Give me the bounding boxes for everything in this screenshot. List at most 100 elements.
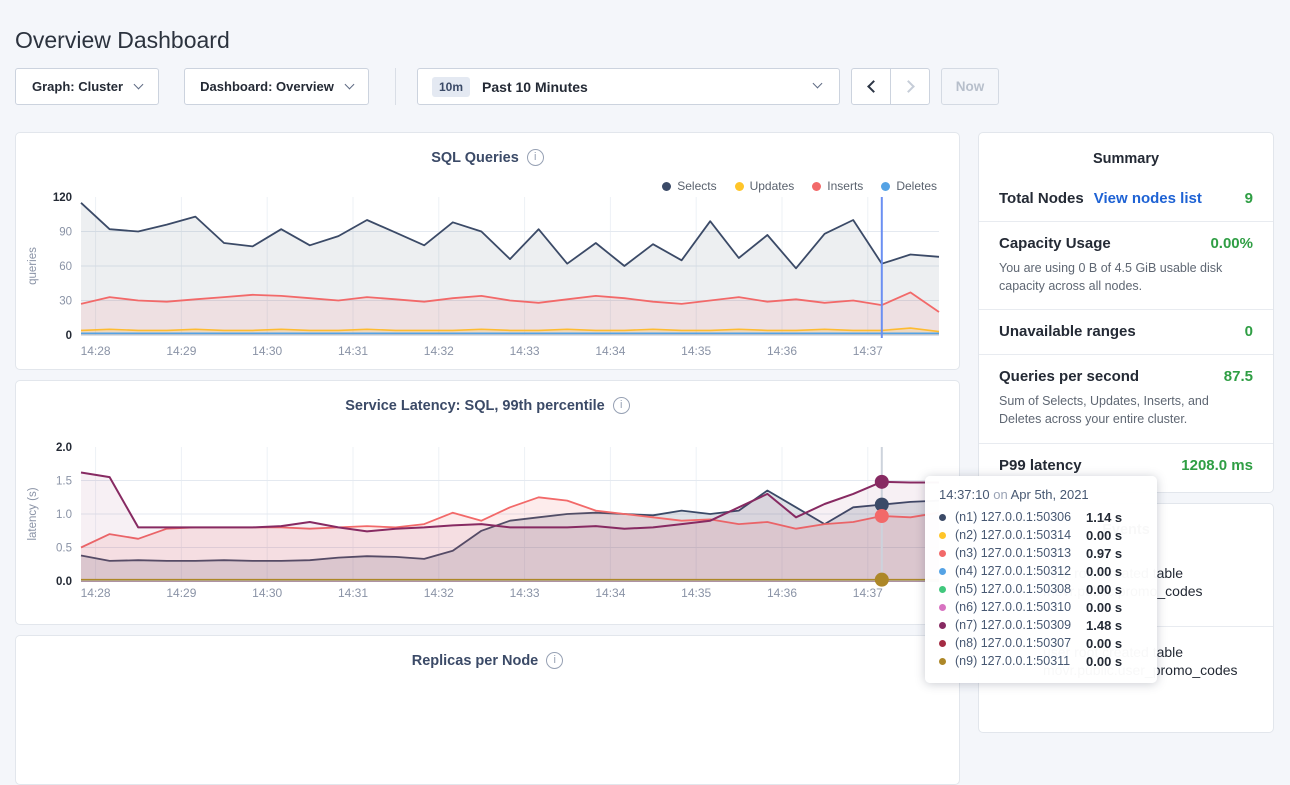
svg-text:30: 30 <box>59 296 72 308</box>
summary-row: Total Nodes View nodes list 9 <box>979 177 1273 222</box>
sql-queries-chart-card[interactable]: SQL Queries i Selects Updates Inserts Delet… <box>15 132 960 370</box>
legend-dot-icon <box>881 182 890 191</box>
tooltip-node-label: (n2) 127.0.0.1:50314 <box>955 528 1086 542</box>
tooltip-node-value: 0.97 s <box>1086 546 1122 561</box>
tooltip-row: (n2) 127.0.0.1:503140.00 s <box>939 526 1143 544</box>
tooltip-on-word: on <box>993 487 1007 502</box>
latency-chart-card[interactable]: Service Latency: SQL, 99th percentile i … <box>15 380 960 625</box>
summary-label: P99 latency <box>999 457 1082 474</box>
legend-item[interactable]: Selects <box>662 179 716 193</box>
sql-queries-chart[interactable]: 14:2814:2914:3014:3114:3214:3314:3414:35… <box>16 133 961 371</box>
series-dot-icon <box>939 514 946 521</box>
tooltip-node-value: 1.14 s <box>1086 510 1122 525</box>
dashboard-controls: Graph: Cluster Dashboard: Overview 10m P… <box>0 68 1290 105</box>
latency-chart[interactable]: 14:2814:2914:3014:3114:3214:3314:3414:35… <box>16 381 961 626</box>
summary-row: Queries per second87.5Sum of Selects, Up… <box>979 355 1273 443</box>
view-nodes-link[interactable]: View nodes list <box>1094 190 1202 207</box>
svg-text:0.5: 0.5 <box>56 543 72 555</box>
series-dot-icon <box>939 658 946 665</box>
series-dot-icon <box>939 622 946 629</box>
time-range-dropdown[interactable]: 10m Past 10 Minutes <box>417 68 840 105</box>
tooltip-row: (n7) 127.0.0.1:503091.48 s <box>939 616 1143 634</box>
legend-label: Inserts <box>827 179 863 193</box>
legend-label: Updates <box>750 179 795 193</box>
summary-panel: Summary Total Nodes View nodes list 9 Capac… <box>978 132 1274 493</box>
summary-row: Capacity Usage0.00%You are using 0 B of … <box>979 222 1273 310</box>
chart-title-text: SQL Queries <box>431 150 519 166</box>
replicas-chart-card[interactable]: Replicas per Node i <box>15 635 960 785</box>
legend-label: Deletes <box>896 179 937 193</box>
svg-text:14:35: 14:35 <box>681 586 711 600</box>
summary-rows: Total Nodes View nodes list 9 Capacity Usag… <box>979 177 1273 488</box>
series-dot-icon <box>939 604 946 611</box>
svg-text:14:35: 14:35 <box>681 344 711 358</box>
chevron-down-icon <box>813 79 823 89</box>
tooltip-node-value: 1.48 s <box>1086 618 1122 633</box>
svg-text:14:31: 14:31 <box>338 586 368 600</box>
summary-label: Total Nodes <box>999 190 1084 207</box>
tooltip-row: (n8) 127.0.0.1:503070.00 s <box>939 634 1143 652</box>
legend-dot-icon <box>812 182 821 191</box>
page-title: Overview Dashboard <box>15 27 230 54</box>
summary-value: 0.00% <box>1210 235 1253 252</box>
svg-text:14:29: 14:29 <box>166 586 196 600</box>
tooltip-node-label: (n4) 127.0.0.1:50312 <box>955 564 1086 578</box>
svg-text:queries: queries <box>27 247 39 285</box>
info-icon[interactable]: i <box>546 652 563 669</box>
tooltip-node-value: 0.00 s <box>1086 600 1122 615</box>
time-next-button[interactable] <box>890 68 930 105</box>
legend-item[interactable]: Deletes <box>881 179 937 193</box>
chart-title-text: Replicas per Node <box>412 653 539 669</box>
chevron-right-icon <box>902 80 915 93</box>
tooltip-node-label: (n1) 127.0.0.1:50306 <box>955 510 1086 524</box>
time-range-badge: 10m <box>432 77 470 97</box>
graph-dropdown-label: Graph: Cluster <box>32 79 123 94</box>
tooltip-row: (n9) 127.0.0.1:503110.00 s <box>939 652 1143 670</box>
replicas-chart-title: Replicas per Node i <box>16 652 959 669</box>
summary-panel-title: Summary <box>979 151 1273 167</box>
summary-value: 87.5 <box>1224 368 1253 385</box>
latency-chart-title: Service Latency: SQL, 99th percentile i <box>16 397 959 414</box>
tooltip-node-label: (n8) 127.0.0.1:50307 <box>955 636 1086 650</box>
summary-value: 9 <box>1245 190 1253 207</box>
tooltip-row: (n3) 127.0.0.1:503130.97 s <box>939 544 1143 562</box>
controls-divider <box>395 68 396 105</box>
dashboard-dropdown-label: Dashboard: Overview <box>200 79 334 94</box>
svg-text:14:33: 14:33 <box>510 586 540 600</box>
svg-text:14:37: 14:37 <box>853 586 883 600</box>
graph-dropdown[interactable]: Graph: Cluster <box>15 68 159 105</box>
sql-queries-chart-title: SQL Queries i <box>16 149 959 166</box>
svg-text:90: 90 <box>59 227 72 239</box>
summary-label: Queries per second <box>999 368 1139 385</box>
svg-text:14:33: 14:33 <box>510 344 540 358</box>
svg-text:0: 0 <box>66 330 72 342</box>
info-icon[interactable]: i <box>613 397 630 414</box>
svg-text:14:30: 14:30 <box>252 344 282 358</box>
svg-text:0.0: 0.0 <box>56 576 72 588</box>
tooltip-row: (n5) 127.0.0.1:503080.00 s <box>939 580 1143 598</box>
svg-text:14:32: 14:32 <box>424 586 454 600</box>
summary-label: Unavailable ranges <box>999 323 1136 340</box>
time-prev-button[interactable] <box>851 68 891 105</box>
tooltip-date: Apr 5th, 2021 <box>1011 487 1089 502</box>
svg-text:latency (s): latency (s) <box>27 487 39 540</box>
tooltip-node-label: (n9) 127.0.0.1:50311 <box>955 654 1086 668</box>
tooltip-node-value: 0.00 s <box>1086 636 1122 651</box>
now-button[interactable]: Now <box>941 68 999 105</box>
tooltip-time: 14:37:10 <box>939 487 990 502</box>
legend-item[interactable]: Updates <box>735 179 795 193</box>
series-dot-icon <box>939 550 946 557</box>
legend-item[interactable]: Inserts <box>812 179 863 193</box>
chevron-down-icon <box>134 80 144 90</box>
series-dot-icon <box>939 568 946 575</box>
series-dot-icon <box>939 532 946 539</box>
svg-text:14:36: 14:36 <box>767 344 797 358</box>
summary-value: 0 <box>1245 323 1253 340</box>
info-icon[interactable]: i <box>527 149 544 166</box>
svg-text:14:36: 14:36 <box>767 586 797 600</box>
summary-value: 1208.0 ms <box>1181 457 1253 474</box>
svg-text:2.0: 2.0 <box>56 442 72 454</box>
time-range-label: Past 10 Minutes <box>482 79 588 95</box>
dashboard-dropdown[interactable]: Dashboard: Overview <box>184 68 369 105</box>
chevron-left-icon <box>867 80 880 93</box>
